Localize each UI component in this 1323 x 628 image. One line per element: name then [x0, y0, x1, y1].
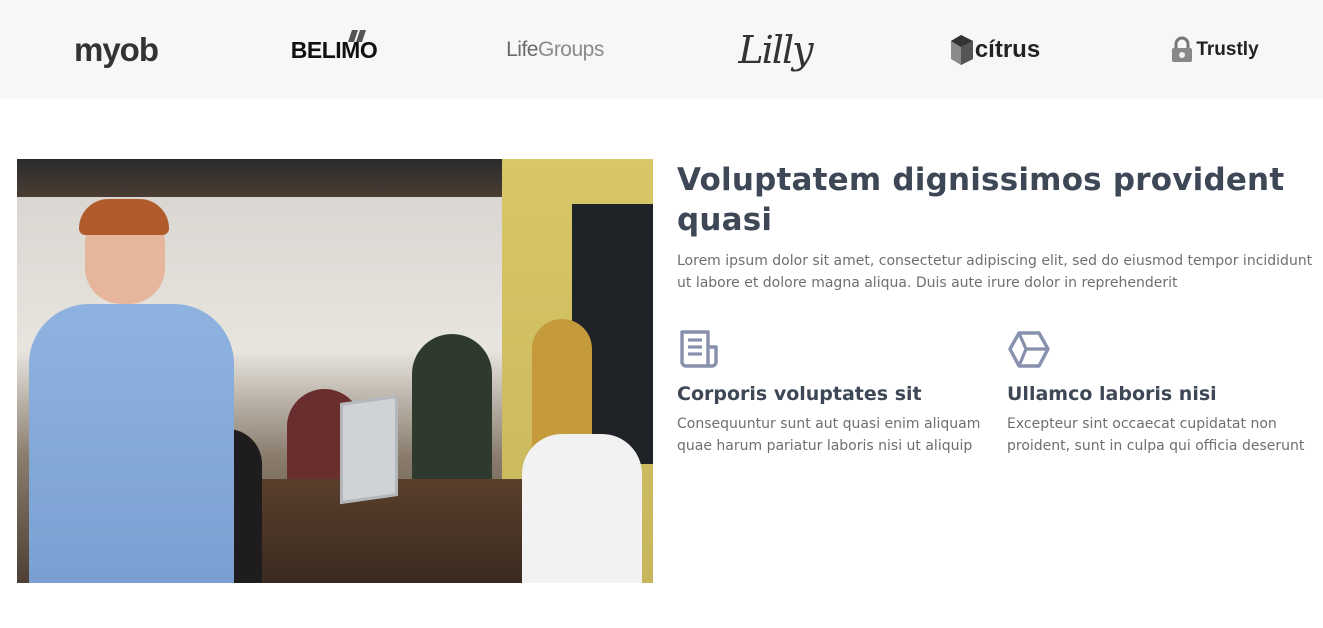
citrus-mark-icon: [950, 35, 973, 65]
lifegroups-logo-text-groups: Groups: [537, 38, 604, 61]
trustly-lock-icon: [1172, 36, 1193, 62]
citrus-logo: cítrus: [948, 22, 1043, 78]
belimo-logo: BELIMO: [284, 22, 384, 78]
feature-title-corporis: Corporis voluptates sit: [677, 383, 922, 405]
myob-logo: myob: [70, 22, 162, 78]
section-lead-text: Lorem ipsum dolor sit amet, consectetur …: [677, 253, 1313, 291]
newspaper-icon: [680, 330, 718, 368]
myob-logo-text: myob: [73, 31, 159, 68]
lifegroups-logo: LifeGroups: [506, 22, 604, 78]
lifegroups-logo-text-life: Life: [506, 38, 538, 61]
feature-text-corporis: Consequuntur sunt aut quasi enim aliquam…: [677, 416, 981, 454]
citrus-logo-text: cítrus: [974, 36, 1041, 63]
lilly-logo: Lilly: [727, 22, 823, 78]
lilly-logo-text: Lilly: [738, 28, 813, 72]
client-logos-bar: myob BELIMO LifeGroups Lilly cítrus Trus…: [0, 0, 1323, 99]
team-photo: [17, 159, 653, 583]
trustly-logo: Trustly: [1166, 22, 1264, 78]
section-heading: Voluptatem dignissimos provident quasi: [677, 162, 1285, 238]
hexagon-icon: [1008, 331, 1050, 368]
feature-title-ullamco: Ullamco laboris nisi: [1007, 383, 1217, 405]
belimo-mark-icon: [348, 30, 366, 42]
feature-text-ullamco: Excepteur sint occaecat cupidatat non pr…: [1007, 416, 1305, 454]
trustly-logo-text: Trustly: [1196, 39, 1259, 60]
